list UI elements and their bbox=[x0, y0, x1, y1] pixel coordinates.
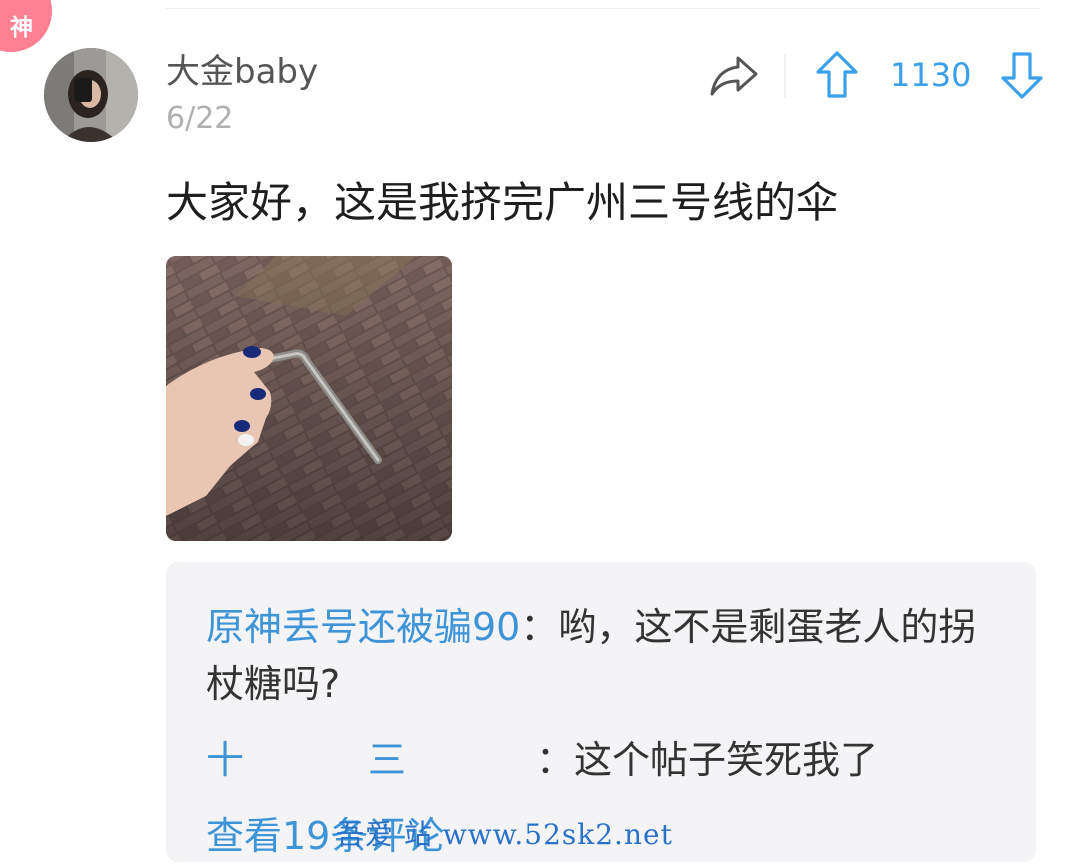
comment-separator: ： bbox=[536, 738, 575, 782]
top-divider bbox=[166, 8, 1040, 9]
comment-author[interactable]: 十三 bbox=[206, 732, 412, 789]
action-divider bbox=[784, 54, 786, 98]
comment-item[interactable]: 原神丢号还被骗90：哟，这不是剩蛋老人的拐杖糖吗? bbox=[206, 599, 986, 713]
comment-author-part: 十 bbox=[206, 738, 245, 782]
share-button[interactable] bbox=[708, 52, 760, 100]
god-badge-label: 神 bbox=[10, 15, 33, 41]
comment-author-part: 三 bbox=[368, 738, 407, 782]
share-arrow-icon bbox=[710, 56, 758, 96]
post-text: 大家好，这是我挤完广州三号线的伞 bbox=[166, 178, 839, 227]
downvote-button[interactable] bbox=[1000, 50, 1044, 100]
watermark: 吾爱 站 www.52sk2.net bbox=[336, 818, 673, 851]
comment-item[interactable]: 十三：这个帖子笑死我了 bbox=[206, 732, 986, 789]
username[interactable]: 大金baby bbox=[166, 52, 318, 93]
post-image[interactable] bbox=[166, 256, 452, 541]
avatar[interactable] bbox=[44, 48, 138, 142]
upvote-button[interactable] bbox=[815, 50, 859, 100]
post-date: 6/22 bbox=[166, 101, 234, 136]
arrow-up-icon bbox=[816, 51, 858, 98]
arrow-down-icon bbox=[1001, 52, 1043, 99]
umbrella-handle-photo bbox=[166, 256, 452, 541]
vote-count: 1130 bbox=[890, 56, 972, 94]
avatar-photo bbox=[44, 48, 138, 142]
comment-text: 这个帖子笑死我了 bbox=[574, 738, 879, 782]
comment-separator: ： bbox=[520, 605, 559, 649]
god-badge: 神 bbox=[0, 0, 52, 52]
comment-author[interactable]: 原神丢号还被骗90 bbox=[206, 605, 520, 649]
comments-box: 原神丢号还被骗90：哟，这不是剩蛋老人的拐杖糖吗? 十三：这个帖子笑死我了 查看… bbox=[166, 562, 1036, 862]
